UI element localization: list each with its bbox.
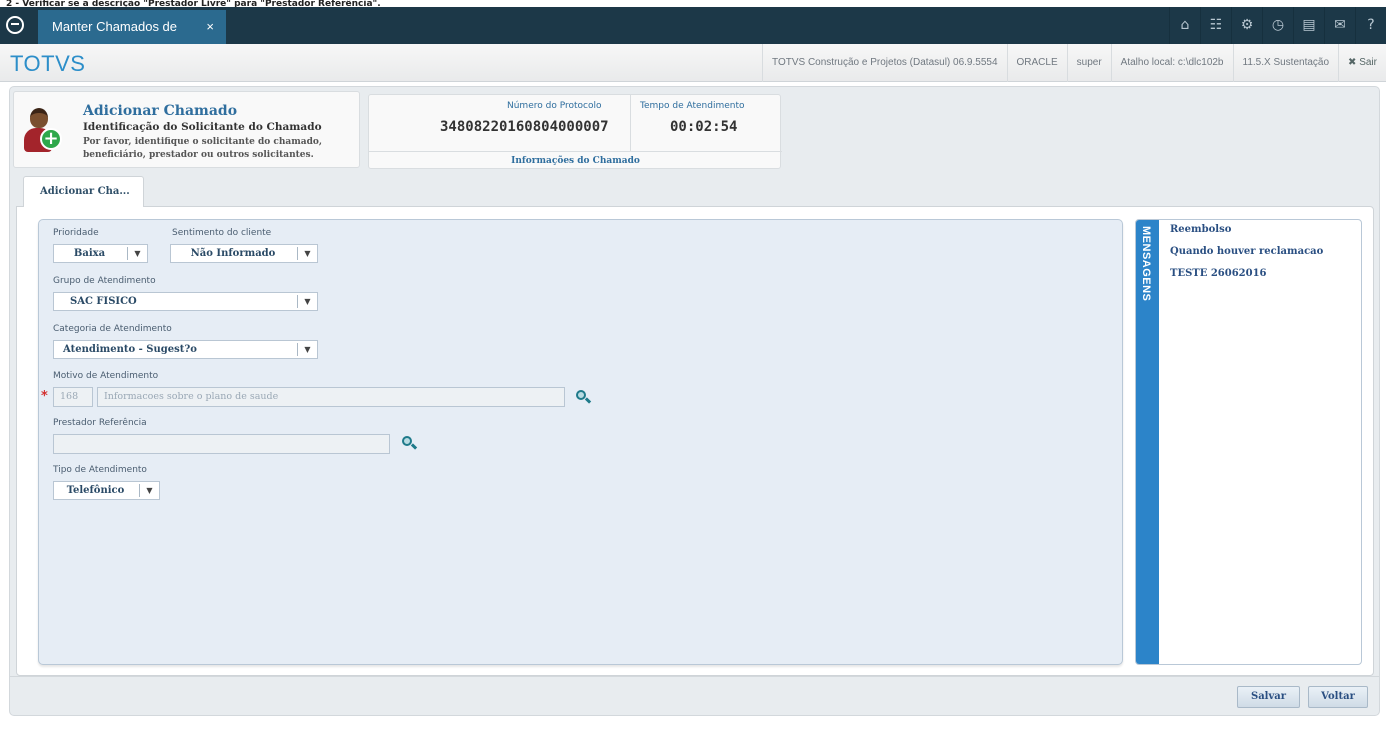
ticket-info-link[interactable]: Informações do Chamado [369, 151, 782, 169]
brand-logo: TOTVS [10, 51, 86, 76]
group-value: SAC FISICO [70, 296, 137, 307]
chevron-down-icon: ▼ [139, 484, 159, 497]
tab-label: Manter Chamados de [52, 19, 178, 34]
message-item[interactable]: Reembolso [1170, 224, 1231, 235]
mail-icon[interactable]: ✉ [1324, 7, 1355, 44]
required-marker: * [41, 389, 48, 404]
header-info: TOTVS Construção e Projetos (Datasul) 06… [762, 44, 1386, 82]
sentiment-value: Não Informado [190, 248, 276, 259]
home-icon[interactable]: ⌂ [1169, 7, 1200, 44]
reason-code-input[interactable]: 168 [53, 387, 93, 407]
exit-button[interactable]: ✖ Sair [1338, 44, 1386, 82]
chevron-down-icon: ▼ [127, 247, 147, 260]
add-user-icon: + [24, 108, 64, 152]
company-info: TOTVS Construção e Projetos (Datasul) 06… [762, 44, 1006, 82]
form-panel: Prioridade Baixa ▼ Sentimento do cliente… [38, 219, 1123, 665]
top-bar: Manter Chamados de × ⌂ ☷ ⚙ ◷ ▤ ✉ ? [0, 7, 1386, 44]
search-icon[interactable] [575, 389, 592, 405]
provider-input[interactable] [53, 434, 390, 454]
tab-close-icon[interactable]: × [206, 10, 214, 44]
provider-label: Prestador Referência [53, 418, 147, 428]
group-select[interactable]: SAC FISICO ▼ [53, 292, 318, 311]
requester-description: Por favor, identifique o solicitante do … [83, 137, 323, 160]
separator [630, 95, 631, 151]
top-icons: ⌂ ☷ ⚙ ◷ ▤ ✉ ? [1169, 7, 1386, 44]
footer-bar: Salvar Voltar [10, 676, 1379, 716]
shortcut-info: Atalho local: c:\dlc102b [1110, 44, 1233, 82]
chevron-down-icon: ▼ [297, 247, 317, 260]
document-icon[interactable]: ▤ [1293, 7, 1324, 44]
help-icon[interactable]: ? [1355, 7, 1386, 44]
ticket-info-card: Número do Protocolo 34808220160804000007… [368, 94, 782, 169]
reason-description-input[interactable]: Informacoes sobre o plano de saude [97, 387, 565, 407]
category-value: Atendimento - Sugest?o [63, 344, 197, 355]
category-select[interactable]: Atendimento - Sugest?o ▼ [53, 340, 318, 359]
priority-value: Baixa [73, 248, 106, 259]
category-label: Categoria de Atendimento [53, 324, 172, 334]
message-item[interactable]: Quando houver reclamacao [1170, 246, 1323, 257]
back-button[interactable]: Voltar [1308, 686, 1368, 708]
header-bar: TOTVS TOTVS Construção e Projetos (Datas… [0, 44, 1386, 82]
time-label: Tempo de Atendimento [640, 101, 745, 111]
service-type-value: Telefônico [66, 485, 125, 496]
messages-panel: MENSAGENS Reembolso Quando houver reclam… [1135, 219, 1362, 665]
messages-title: MENSAGENS [1140, 226, 1152, 302]
clock-icon[interactable]: ◷ [1262, 7, 1293, 44]
priority-label: Prioridade [53, 228, 99, 238]
sentiment-select[interactable]: Não Informado ▼ [170, 244, 318, 263]
time-value: 00:02:54 [670, 119, 738, 135]
user-info: super [1066, 44, 1111, 82]
chevron-down-icon: ▼ [297, 295, 317, 308]
search-icon[interactable] [401, 435, 418, 451]
database-info: ORACLE [1006, 44, 1067, 82]
service-type-label: Tipo de Atendimento [53, 465, 147, 475]
tab-manter-chamados[interactable]: Manter Chamados de × [38, 10, 226, 44]
requester-card: + Adicionar Chamado Identificação do Sol… [13, 91, 360, 168]
priority-select[interactable]: Baixa ▼ [53, 244, 148, 263]
sitemap-icon[interactable]: ☷ [1200, 7, 1231, 44]
app-logo-icon[interactable] [6, 16, 24, 34]
requester-title: Adicionar Chamado [83, 103, 238, 119]
gear-icon[interactable]: ⚙ [1231, 7, 1262, 44]
tab-adicionar-chamado[interactable]: Adicionar Cha... [23, 176, 144, 207]
reason-label: Motivo de Atendimento [53, 371, 159, 381]
group-label: Grupo de Atendimento [53, 276, 156, 286]
chevron-down-icon: ▼ [297, 343, 317, 356]
version-info: 11.5.X Sustentação [1232, 44, 1339, 82]
requester-subtitle: Identificação do Solicitante do Chamado [83, 121, 322, 133]
protocol-value: 34808220160804000007 [440, 119, 609, 135]
service-type-select[interactable]: Telefônico ▼ [53, 481, 160, 500]
tab-content: Prioridade Baixa ▼ Sentimento do cliente… [16, 206, 1374, 676]
messages-sidebar[interactable]: MENSAGENS [1136, 220, 1159, 664]
sentiment-label: Sentimento do cliente [172, 228, 272, 238]
save-button[interactable]: Salvar [1237, 686, 1300, 708]
page-container: + Adicionar Chamado Identificação do Sol… [9, 86, 1380, 716]
protocol-label: Número do Protocolo [507, 101, 602, 111]
message-item[interactable]: TESTE 26062016 [1170, 268, 1267, 279]
